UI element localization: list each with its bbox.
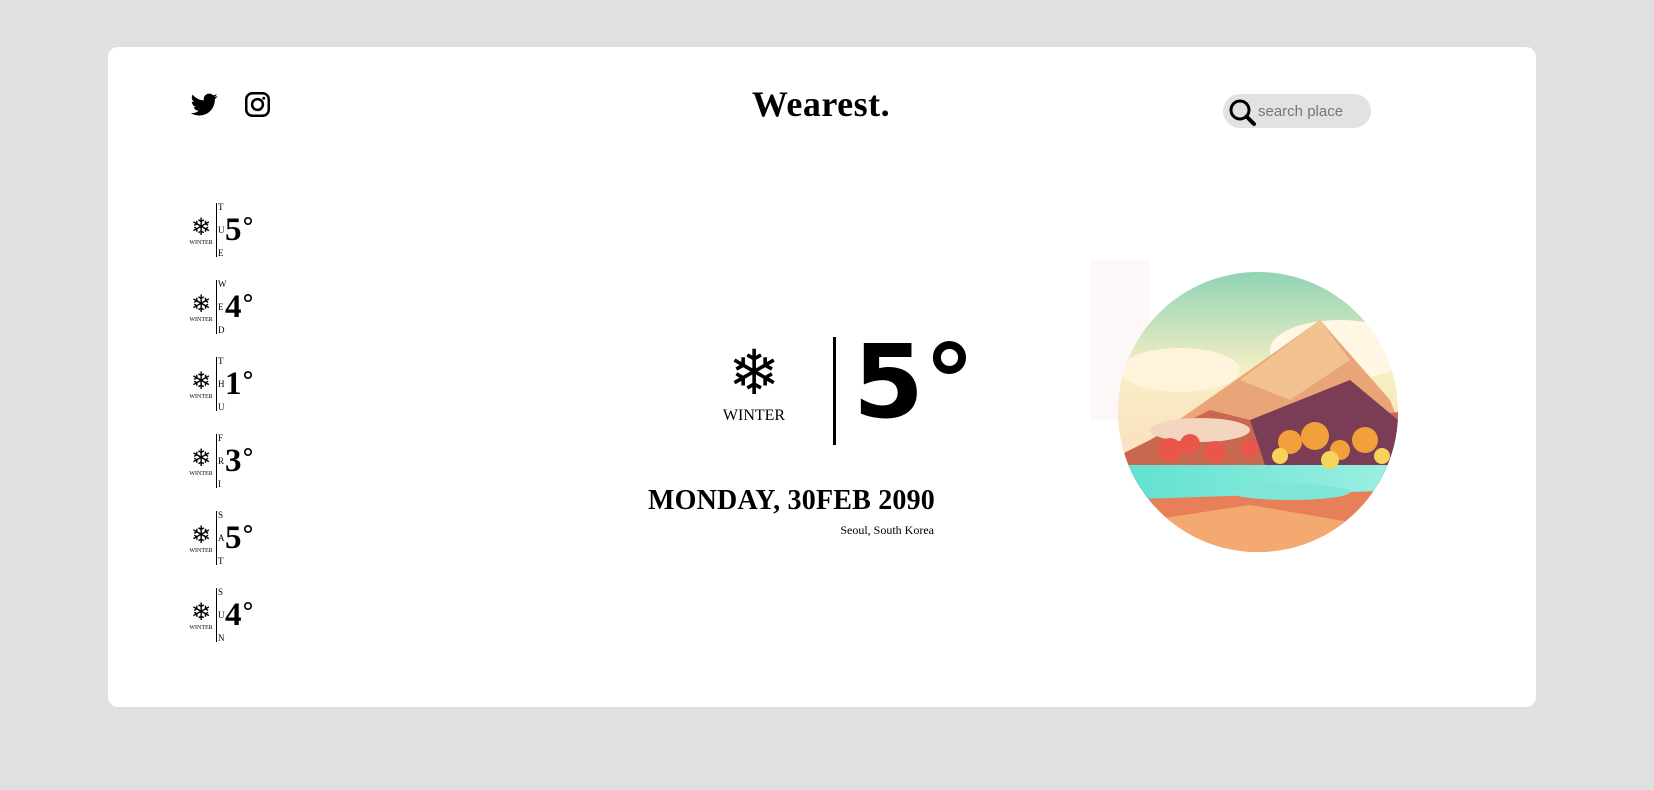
landscape-illustration [1090,260,1398,552]
day-letter: N [218,633,225,643]
forecast-divider [216,434,217,488]
forecast-divider [216,280,217,334]
forecast-weather-icon: ❄ WINTER [188,523,214,554]
day-letter: T [218,356,224,366]
forecast-divider [216,588,217,642]
day-letter: E [218,302,224,312]
forecast-day[interactable]: ❄ WINTER T U E 5° [188,202,255,258]
brand-title: Wearest. [751,84,891,124]
forecast-temp-value: 5 [225,211,242,248]
forecast-day[interactable]: ❄ WINTER S U N 4° [188,587,255,643]
day-letter: I [218,479,221,489]
day-letter: F [218,433,224,443]
day-letter: U [218,610,225,620]
divider [833,337,836,445]
day-letter: D [218,325,225,335]
forecast-temperature: 4° [225,596,255,633]
forecast-season-label: WINTER [189,239,213,246]
snowflake-icon: ❄ [190,443,212,472]
forecast-day-letters: S U N [218,587,225,643]
day-letter: T [218,202,224,212]
weather-card: Wearest. ❄WINTERTUE5°❄WINTERWED4°❄WINTER… [108,47,1536,707]
forecast-day-letters: T U E [218,202,225,258]
forecast-divider [216,357,217,411]
forecast-day[interactable]: ❄ WINTER F R I 3° [188,433,255,489]
current-temperature: 5° [853,323,975,442]
current-weather-icon: ❄ WINTER [714,341,794,425]
forecast-day[interactable]: ❄ WINTER T H U 1° [188,356,255,412]
forecast-temp-value: 4 [225,596,242,633]
day-letter: A [218,533,225,543]
forecast-weather-icon: ❄ WINTER [188,215,214,246]
forecast-season-label: WINTER [189,547,213,554]
day-letter: U [218,402,225,412]
day-letter: T [218,556,224,566]
forecast-day-letters: F R I [218,433,225,489]
forecast-day-letters: T H U [218,356,225,412]
degree-symbol: ° [241,289,255,320]
forecast-season-label: WINTER [189,624,213,631]
day-letter: H [218,379,225,389]
day-letter: S [218,510,224,520]
forecast-weather-icon: ❄ WINTER [188,446,214,477]
season-label: WINTER [722,407,786,424]
forecast-temp-value: 5 [225,519,242,556]
forecast-weather-icon: ❄ WINTER [188,292,214,323]
forecast-day-letters: W E D [218,279,227,335]
day-letter: U [218,225,225,235]
current-date: MONDAY, 30FEB 2090 [648,485,936,516]
forecast-temp-value: 1 [225,365,242,402]
forecast-divider [216,203,217,257]
current-location: Seoul, South Korea [840,523,934,537]
snowflake-icon: ❄ [190,212,212,241]
forecast-weather-icon: ❄ WINTER [188,600,214,631]
forecast-day[interactable]: ❄ WINTER S A T 5° [188,510,255,566]
forecast-weather-icon: ❄ WINTER [188,369,214,400]
forecast-divider [216,511,217,565]
forecast-temperature: 5° [225,519,255,556]
weekly-forecast: ❄ WINTER T U E 5° ❄ WINTER W E D 4° ❄ WINTER T H U 1° ❄ WIN… [188,202,255,664]
snowflake-icon: ❄ [190,289,212,318]
search-icon[interactable] [1225,96,1259,130]
snowflake-icon: ❄ [190,520,212,549]
snowflake-icon: ❄ [190,597,212,626]
forecast-temperature: 3° [225,442,255,479]
day-letter: W [218,279,227,289]
forecast-day-letters: S A T [218,510,225,566]
degree-symbol: ° [241,597,255,628]
degree-symbol: ° [241,212,255,243]
forecast-temp-value: 3 [225,442,242,479]
snowflake-icon: ❄ [190,366,212,395]
day-letter: E [218,248,224,258]
forecast-season-label: WINTER [189,393,213,400]
search-box[interactable] [1223,94,1371,128]
day-letter: R [218,456,225,466]
forecast-temp-value: 4 [225,288,242,325]
degree-symbol: ° [241,520,255,551]
forecast-temperature: 5° [225,211,255,248]
forecast-season-label: WINTER [189,316,213,323]
degree-symbol: ° [241,443,255,474]
forecast-temperature: 4° [225,288,255,325]
search-input[interactable] [1256,101,1368,121]
forecast-season-label: WINTER [189,470,213,477]
forecast-day[interactable]: ❄ WINTER W E D 4° [188,279,255,335]
snowflake-icon: ❄ [728,336,780,409]
forecast-temperature: 1° [225,365,255,402]
day-letter: S [218,587,224,597]
degree-symbol: ° [241,366,255,397]
